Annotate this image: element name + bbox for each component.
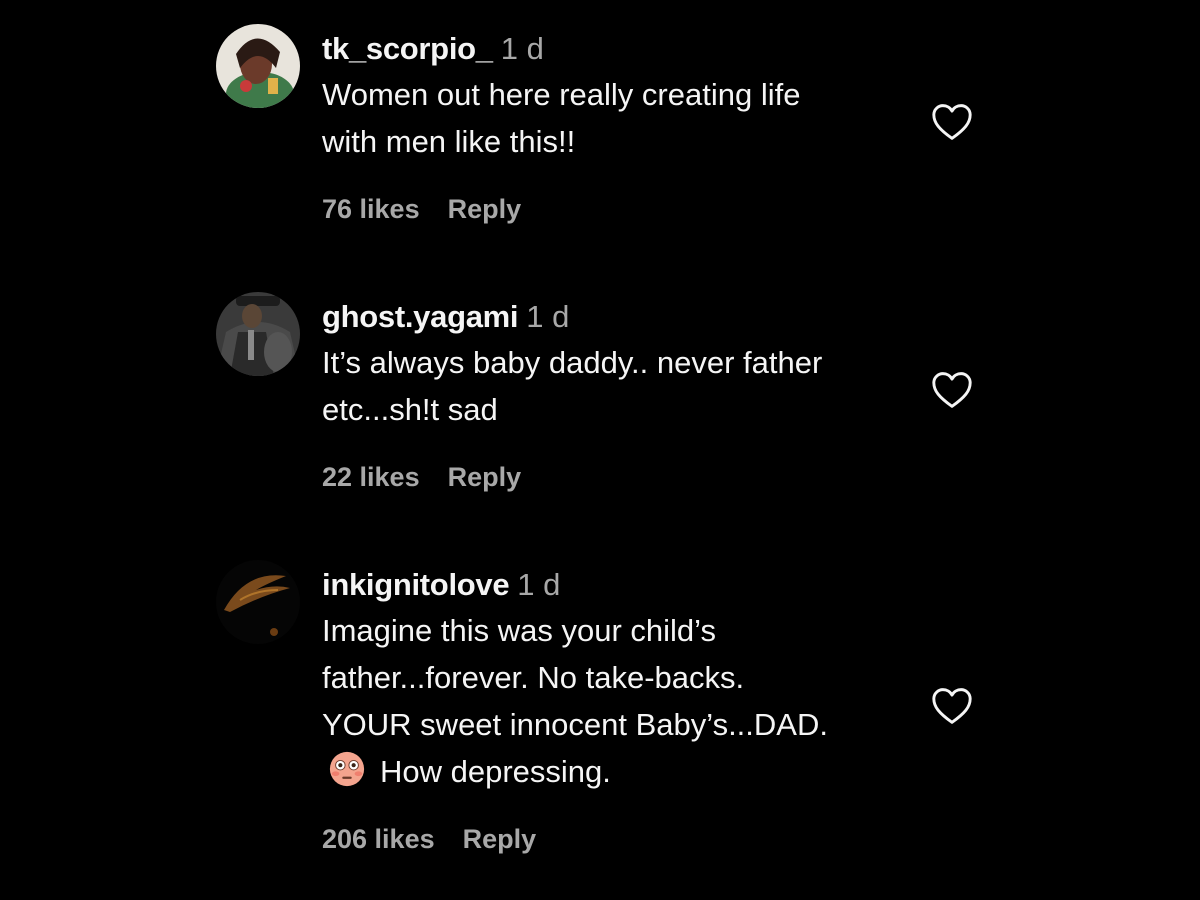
comment-header: inkignitolove 1 d [322, 566, 922, 604]
comment-content: ghost.yagami 1 d It’s always baby daddy..… [322, 298, 922, 433]
heart-outline-icon[interactable] [930, 102, 974, 142]
reply-button[interactable]: Reply [448, 462, 522, 492]
comment-text: Imagine this was your child’s father...f… [322, 607, 922, 795]
comment-meta: 22 likes Reply [322, 462, 521, 493]
comment-meta: 206 likes Reply [322, 824, 536, 855]
comment-text-line: Women out here really creating life [322, 77, 801, 112]
username[interactable]: ghost.yagami [322, 299, 519, 334]
comment-item: inkignitolove 1 d Imagine this was your c… [216, 560, 986, 880]
flushed-face-emoji-icon [329, 751, 365, 787]
comment-time: 1 d [500, 31, 544, 66]
comment-item: tk_scorpio_ 1 d Women out here really cre… [216, 24, 986, 244]
username[interactable]: tk_scorpio_ [322, 31, 493, 66]
comment-meta: 76 likes Reply [322, 194, 521, 225]
username[interactable]: inkignitolove [322, 567, 510, 602]
comment-time: 1 d [526, 299, 570, 334]
comment-content: tk_scorpio_ 1 d Women out here really cre… [322, 30, 922, 165]
comment-text-line: YOUR sweet innocent Baby’s...DAD. [322, 707, 828, 742]
avatar[interactable] [216, 560, 300, 644]
comment-header: tk_scorpio_ 1 d [322, 30, 922, 68]
avatar[interactable] [216, 24, 300, 108]
avatar-image [216, 560, 300, 644]
likes-count[interactable]: 22 likes [322, 462, 420, 492]
comment-text-line: father...forever. No take-backs. [322, 660, 745, 695]
reply-button[interactable]: Reply [448, 194, 522, 224]
comment-text-line: It’s always baby daddy.. never father [322, 345, 823, 380]
comment-text-line: with men like this!! [322, 124, 576, 159]
comment-text-line: etc...sh!t sad [322, 392, 498, 427]
comment-text-line: Imagine this was your child’s [322, 613, 716, 648]
likes-count[interactable]: 76 likes [322, 194, 420, 224]
comment-text-line: How depressing. [322, 748, 922, 795]
comment-time: 1 d [517, 567, 561, 602]
avatar-image [216, 292, 300, 376]
comment-text: Women out here really creating life with… [322, 71, 922, 165]
heart-outline-icon[interactable] [930, 370, 974, 410]
heart-outline-icon[interactable] [930, 686, 974, 726]
reply-button[interactable]: Reply [463, 824, 537, 854]
comment-content: inkignitolove 1 d Imagine this was your c… [322, 566, 922, 795]
avatar-image [216, 24, 300, 108]
avatar[interactable] [216, 292, 300, 376]
comment-text: It’s always baby daddy.. never father et… [322, 339, 922, 433]
comment-header: ghost.yagami 1 d [322, 298, 922, 336]
likes-count[interactable]: 206 likes [322, 824, 435, 854]
comment-item: ghost.yagami 1 d It’s always baby daddy..… [216, 292, 986, 512]
comment-text-last: How depressing. [380, 754, 611, 789]
